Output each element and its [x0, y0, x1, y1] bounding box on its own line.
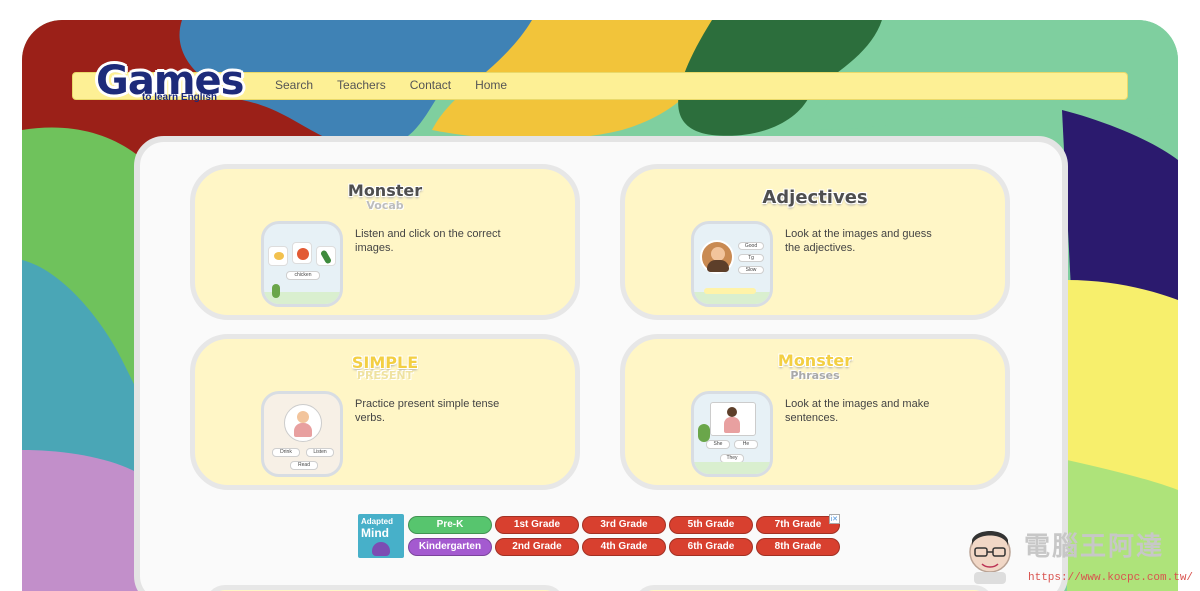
card-title: Adjectives [762, 187, 868, 208]
card-description: Look at the images and guess the adjecti… [785, 228, 932, 254]
watermark-url: https://www.kocpc.com.tw/ [1028, 572, 1194, 584]
person-photo [700, 240, 734, 274]
option-chip: Drink [272, 448, 300, 457]
grade-button-1st[interactable]: 1st Grade [495, 516, 579, 534]
option-chip: Good [738, 242, 764, 250]
ground-strip [694, 462, 770, 474]
grade-button-2nd[interactable]: 2nd Grade [495, 538, 579, 556]
grade-button-3rd[interactable]: 3rd Grade [582, 516, 666, 534]
main-nav: Search Teachers Contact Home [275, 78, 507, 92]
card-subtitle: Vocab [366, 199, 404, 212]
game-card-monster-phrases[interactable]: Monster Phrases She He They Look at the … [620, 334, 1010, 490]
site-logo[interactable]: Games to learn English [96, 58, 244, 112]
adaptedmind-logo[interactable]: Adapted Mind [358, 514, 404, 558]
game-card-monster-vocab[interactable]: Monster Vocab chicken Listen and click o… [190, 164, 580, 320]
card-title: Monster [777, 351, 853, 370]
option-chip: She [706, 440, 730, 449]
nav-teachers[interactable]: Teachers [337, 78, 386, 92]
nav-search[interactable]: Search [275, 78, 313, 92]
card-description: Look at the images and make sentences. [785, 398, 930, 424]
game-card-partial[interactable] [634, 585, 994, 591]
card-subtitle: Phrases [790, 369, 840, 382]
person-drawing [710, 402, 756, 436]
grade-button-4th[interactable]: 4th Grade [582, 538, 666, 556]
grade-button-6th[interactable]: 6th Grade [669, 538, 753, 556]
option-chip: Read [290, 461, 318, 470]
ad-choices-icon[interactable]: i✕ [828, 514, 840, 524]
logo-subtitle: to learn English [142, 92, 218, 103]
card-thumbnail: chicken [261, 221, 343, 307]
grade-ad-banner[interactable]: Adapted Mind Pre-K 1st Grade 3rd Grade 5… [358, 514, 840, 558]
plant-icon [698, 424, 710, 442]
game-card-simple-present[interactable]: SIMPLE PRESENT Drink Listen Read Practic… [190, 334, 580, 490]
cucumber-icon [316, 246, 336, 266]
nav-contact[interactable]: Contact [410, 78, 451, 92]
grade-button-pre-k[interactable]: Pre-K [408, 516, 492, 534]
tomato-icon [292, 242, 312, 264]
answer-label: chicken [286, 271, 320, 280]
card-thumbnail: Good Tg Slow [691, 221, 773, 307]
mascot-face-icon [969, 531, 1011, 584]
chicken-icon [268, 246, 288, 266]
option-chip: Tg [738, 254, 764, 262]
person-drawing [284, 404, 322, 442]
monster-icon [372, 542, 390, 556]
plant-icon [272, 284, 280, 298]
grade-button-7th[interactable]: 7th Grade [756, 516, 840, 534]
card-description: Listen and click on the correct images. [355, 228, 501, 254]
grade-button-8th[interactable]: 8th Grade [756, 538, 840, 556]
card-thumbnail: She He They [691, 391, 773, 477]
answer-bar [704, 288, 756, 294]
game-card-adjectives[interactable]: Adjectives Good Tg Slow Look at the imag… [620, 164, 1010, 320]
option-chip: Slow [738, 266, 764, 274]
card-thumbnail: Drink Listen Read [261, 391, 343, 477]
option-chip: Listen [306, 448, 334, 457]
card-title: Monster [347, 181, 423, 200]
ad-brand-line2: Mind [361, 526, 389, 540]
watermark: 電腦王阿達 https://www.kocpc.com.tw/ [960, 520, 1200, 591]
grade-button-5th[interactable]: 5th Grade [669, 516, 753, 534]
grade-button-kindergarten[interactable]: Kindergarten [408, 538, 492, 556]
watermark-title: 電腦王阿達 [1024, 532, 1165, 562]
game-card-partial[interactable] [205, 585, 565, 591]
card-subtitle: PRESENT [356, 369, 414, 382]
nav-home[interactable]: Home [475, 78, 507, 92]
option-chip: He [734, 440, 758, 449]
card-description: Practice present simple tense verbs. [355, 398, 500, 424]
ad-brand-line1: Adapted [361, 517, 393, 526]
